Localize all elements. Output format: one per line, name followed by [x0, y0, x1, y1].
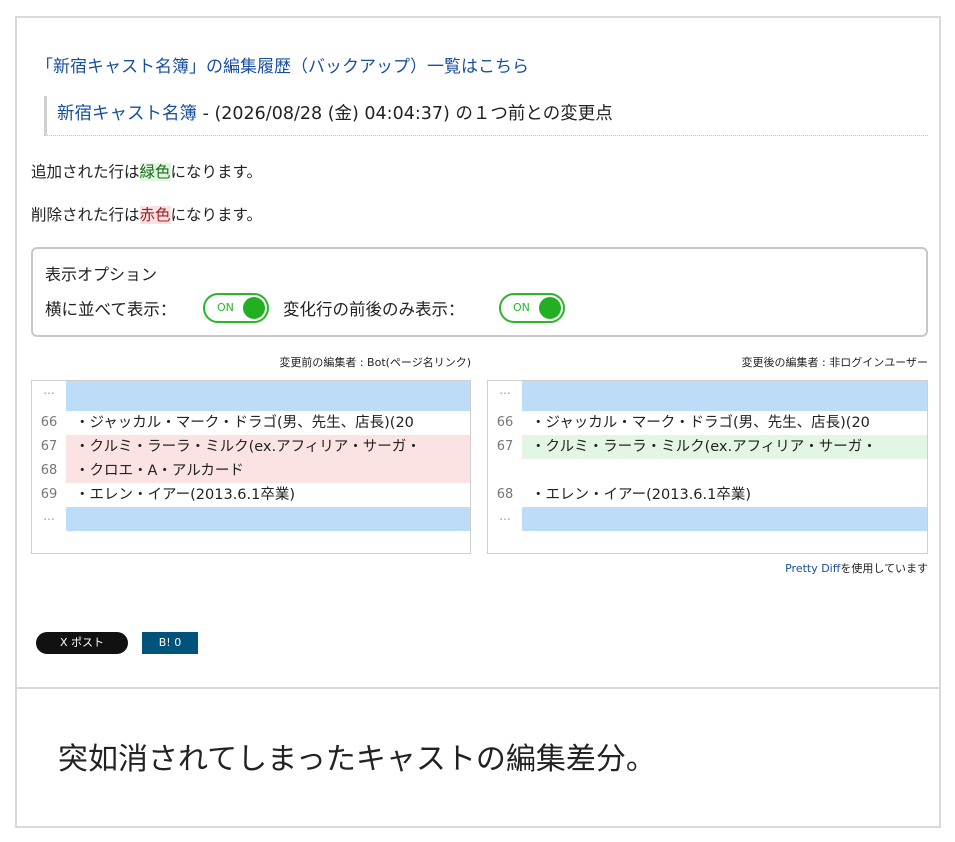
- toggle-knob: [539, 297, 561, 319]
- diff-row: ...: [32, 381, 470, 411]
- toggle-knob: [243, 297, 265, 319]
- x-post-button[interactable]: X ポスト: [36, 632, 128, 654]
- after-editor-label: 変更後の編集者 : 非ログインユーザー: [741, 356, 928, 369]
- pretty-diff-credit: Pretty Diffを使用しています: [785, 560, 928, 576]
- side-by-side-toggle-state: ON: [217, 301, 234, 314]
- line-text: ・クルミ・ラーラ・ミルク(ex.アフィリア・サーガ・: [522, 435, 927, 459]
- diff-row: 68 ・エレン・イアー(2013.6.1卒業): [488, 483, 927, 507]
- line-text: ・エレン・イアー(2013.6.1卒業): [75, 487, 296, 503]
- diff-row: 67 ・クルミ・ラーラ・ミルク(ex.アフィリア・サーガ・: [488, 435, 927, 459]
- line-text: ・ジャッカル・マーク・ドラゴ(男、先生、店長)(20: [75, 415, 414, 431]
- hatena-bookmark-button[interactable]: B! 0: [142, 632, 198, 654]
- diff-row: 66 ・ジャッカル・マーク・ドラゴ(男、先生、店長)(20: [32, 411, 470, 435]
- line-number: ...: [32, 507, 66, 531]
- changed-only-label: 変化行の前後のみ表示：: [283, 300, 465, 319]
- changed-only-toggle[interactable]: ON: [499, 293, 565, 323]
- side-by-side-label: 横に並べて表示：: [45, 300, 177, 319]
- diff-before-pane: ... 66 ・ジャッカル・マーク・ドラゴ(男、先生、店長)(20 67 ・クルミ・ラー…: [31, 380, 471, 554]
- removed-lines-note: 削除された行は赤色になります。: [31, 203, 262, 225]
- line-text: ・クロエ・A・アルカード: [66, 459, 470, 483]
- diff-after-pane: ... 66 ・ジャッカル・マーク・ドラゴ(男、先生、店長)(20 67 ・クルミ・ラー…: [487, 380, 928, 554]
- removed-note-prefix: 削除された行は: [31, 206, 140, 224]
- line-number: 66: [32, 411, 66, 435]
- line-number: 69: [32, 483, 66, 507]
- diff-row: 68 ・クロエ・A・アルカード: [32, 459, 470, 483]
- diff-row: 69 ・エレン・イアー(2013.6.1卒業): [32, 483, 470, 507]
- display-options-title: 表示オプション: [45, 265, 158, 284]
- added-note-suffix: になります。: [170, 163, 262, 181]
- line-number: 66: [488, 411, 522, 435]
- added-lines-note: 追加された行は緑色になります。: [31, 160, 262, 182]
- pretty-diff-link[interactable]: Pretty Diff: [785, 562, 840, 575]
- line-text: [522, 507, 927, 531]
- caption-divider: [15, 687, 941, 689]
- credit-suffix: を使用しています: [840, 562, 928, 575]
- removed-note-suffix: になります。: [170, 206, 262, 224]
- line-text: [66, 507, 470, 531]
- image-caption: 突如消されてしまったキャストの編集差分。: [58, 742, 656, 777]
- line-number: 68: [32, 459, 66, 483]
- diff-row: ...: [488, 507, 927, 531]
- line-number: [488, 459, 522, 483]
- line-number: 67: [32, 435, 66, 459]
- line-text: [522, 459, 927, 483]
- line-text: ・エレン・イアー(2013.6.1卒業): [531, 487, 752, 503]
- changed-only-toggle-state: ON: [513, 301, 530, 314]
- line-number: ...: [488, 507, 522, 531]
- line-number: ...: [488, 381, 522, 411]
- removed-color-word: 赤色: [139, 206, 171, 224]
- side-by-side-toggle[interactable]: ON: [203, 293, 269, 323]
- diff-row: ...: [32, 507, 470, 531]
- line-text: [66, 381, 470, 411]
- line-text: ・ジャッカル・マーク・ドラゴ(男、先生、店長)(20: [531, 415, 870, 431]
- line-number: 67: [488, 435, 522, 459]
- page-heading: 新宿キャスト名簿 - (2026/08/28 (金) 04:04:37) の１つ…: [44, 96, 928, 136]
- line-number: 68: [488, 483, 522, 507]
- edit-history-link[interactable]: 「新宿キャスト名簿」の編集履歴（バックアップ）一覧はこちら: [36, 52, 529, 77]
- diff-row: 67 ・クルミ・ラーラ・ミルク(ex.アフィリア・サーガ・: [32, 435, 470, 459]
- before-editor-label: 変更前の編集者 : Bot(ページ名リンク): [279, 356, 471, 369]
- diff-row: 66 ・ジャッカル・マーク・ドラゴ(男、先生、店長)(20: [488, 411, 927, 435]
- diff-row: [488, 459, 927, 483]
- page-name-link[interactable]: 新宿キャスト名簿: [57, 104, 197, 124]
- diff-row: ...: [488, 381, 927, 411]
- line-text: ・クルミ・ラーラ・ミルク(ex.アフィリア・サーガ・: [66, 435, 470, 459]
- line-number: ...: [32, 381, 66, 411]
- display-options-panel: 表示オプション 横に並べて表示： ON 変化行の前後のみ表示： ON: [31, 247, 928, 337]
- added-color-word: 緑色: [139, 163, 171, 181]
- line-text: [522, 381, 927, 411]
- page-heading-text: - (2026/08/28 (金) 04:04:37) の１つ前との変更点: [197, 104, 613, 124]
- added-note-prefix: 追加された行は: [31, 163, 140, 181]
